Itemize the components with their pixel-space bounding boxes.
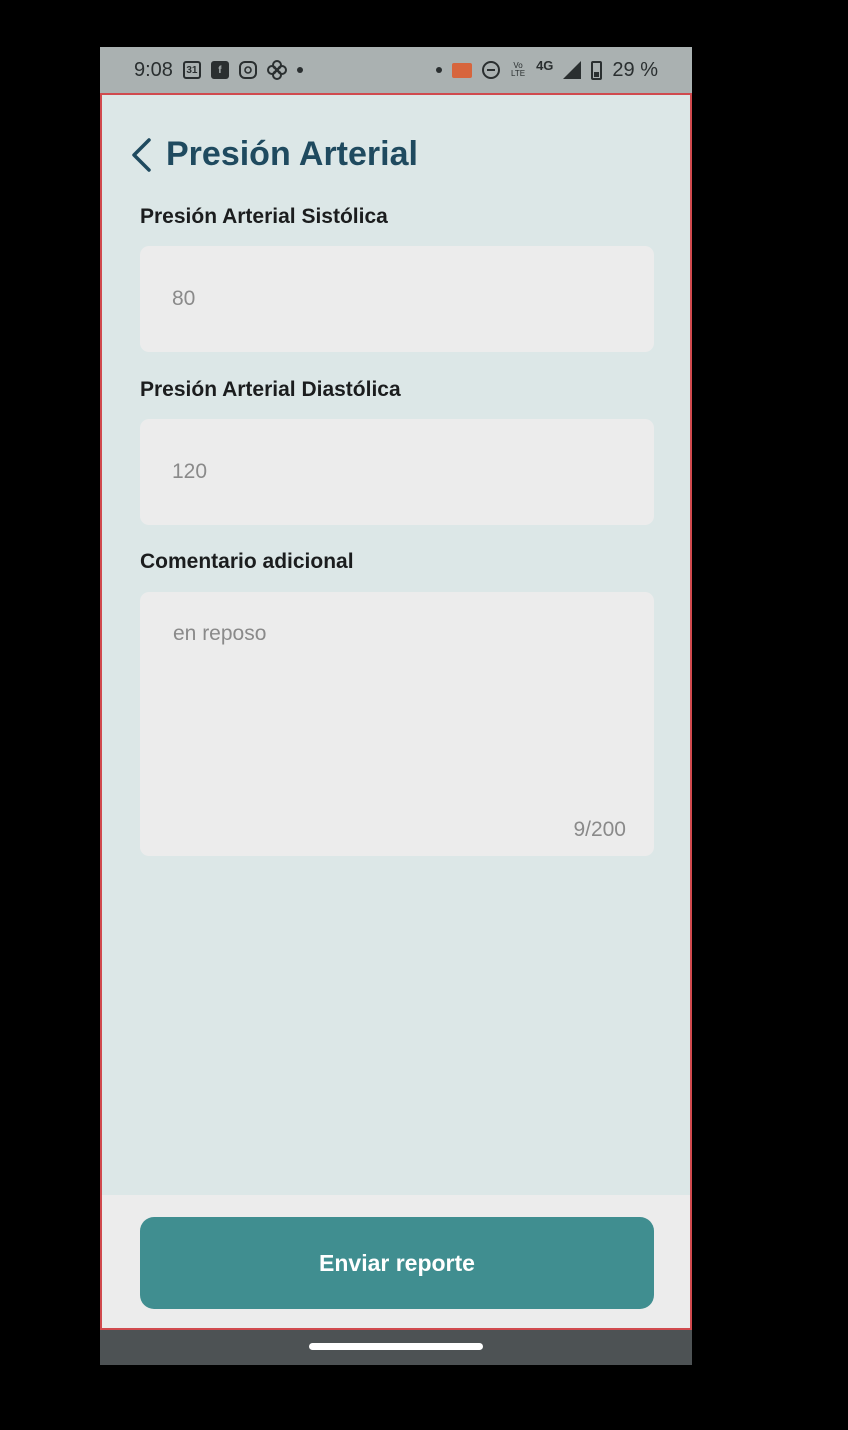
header: Presión Arterial	[130, 135, 418, 174]
status-bar-right: Vo LTE 4G 29 %	[436, 47, 658, 93]
character-counter: 9/200	[573, 818, 626, 841]
diastolic-value: 120	[172, 460, 208, 483]
navigation-bar	[100, 1330, 692, 1365]
phone-screen: 9:08 31 f Vo LTE 4G 29 % Presión Arteria…	[100, 47, 692, 1365]
systolic-value: 80	[172, 287, 196, 310]
back-arrow-icon[interactable]	[130, 137, 152, 173]
diastolic-input[interactable]: 120	[140, 419, 654, 525]
home-indicator[interactable]	[309, 1343, 483, 1350]
instagram-icon	[238, 61, 257, 79]
page-title: Presión Arterial	[166, 135, 418, 173]
network-type-label: 4G	[536, 57, 554, 73]
signal-icon	[563, 61, 582, 79]
battery-icon	[591, 60, 603, 80]
comment-label: Comentario adicional	[140, 550, 354, 573]
status-time: 9:08	[134, 58, 173, 81]
status-bar: 9:08 31 f Vo LTE 4G 29 %	[100, 47, 692, 93]
pinwheel-icon	[266, 60, 287, 80]
battery-percent: 29 %	[612, 58, 658, 81]
notification-dot-icon	[436, 67, 443, 73]
notification-dot-icon	[296, 67, 303, 73]
diastolic-label: Presión Arterial Diastólica	[140, 378, 401, 401]
facebook-icon: f	[210, 61, 229, 79]
cast-icon	[452, 62, 473, 78]
do-not-disturb-icon	[482, 61, 501, 79]
calendar-icon: 31	[182, 61, 201, 79]
submit-report-button[interactable]: Enviar reporte	[140, 1217, 654, 1309]
footer-area: Enviar reporte	[102, 1195, 690, 1328]
comment-textarea[interactable]: en reposo 9/200	[140, 592, 654, 856]
app-content: Presión Arterial Presión Arterial Sistól…	[100, 93, 692, 1330]
status-bar-left: 9:08 31 f	[134, 47, 303, 93]
volte-icon: Vo LTE	[511, 61, 526, 78]
systolic-input[interactable]: 80	[140, 246, 654, 352]
comment-value: en reposo	[173, 622, 267, 645]
systolic-label: Presión Arterial Sistólica	[140, 205, 388, 228]
